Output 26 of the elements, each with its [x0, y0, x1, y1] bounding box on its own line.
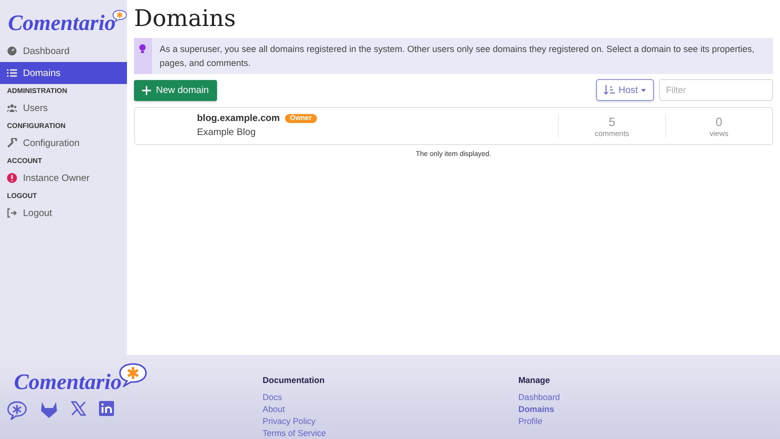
filter-field[interactable]: Filter — [659, 79, 773, 101]
footer-link[interactable]: Terms of Service — [262, 427, 518, 439]
footer-heading: Manage — [518, 375, 551, 385]
footer-link[interactable]: Domains — [518, 403, 774, 415]
new-domain-button[interactable]: New domain — [134, 80, 217, 100]
domain-name: Example Blog — [197, 127, 257, 138]
footer-heading: Documentation — [262, 375, 326, 385]
sidebar-item[interactable]: Users — [0, 97, 127, 119]
sidebar-item[interactable]: Logout — [0, 202, 127, 224]
sidebar-item[interactable]: Domains — [0, 62, 127, 84]
sidebar-item[interactable]: Configuration — [0, 132, 127, 154]
sort-button[interactable]: Host — [596, 79, 654, 101]
page-title: Domains — [134, 6, 237, 32]
view-count: 0 — [716, 114, 722, 128]
logo-text: Comentario — [14, 369, 122, 395]
sidebar-item[interactable]: Instance Owner — [0, 167, 127, 189]
footer-link[interactable]: Profile — [518, 415, 774, 427]
footer-link[interactable]: Dashboard — [518, 391, 774, 403]
domain-host: blog.example.com — [197, 113, 280, 124]
footer-link[interactable]: Docs — [262, 391, 518, 403]
comment-count: 5 — [608, 114, 616, 128]
sidebar-item[interactable]: Dashboard — [0, 40, 127, 62]
logo-text: Comentario — [8, 10, 116, 36]
footer-link[interactable]: Privacy Policy — [262, 415, 518, 427]
notice-text: As a superuser, you see all domains registered in the system. Other users only see domains they registered on. Select a domain to see its properties, pages, and comments. — [158, 43, 756, 70]
footer-link[interactable]: About — [262, 403, 518, 415]
